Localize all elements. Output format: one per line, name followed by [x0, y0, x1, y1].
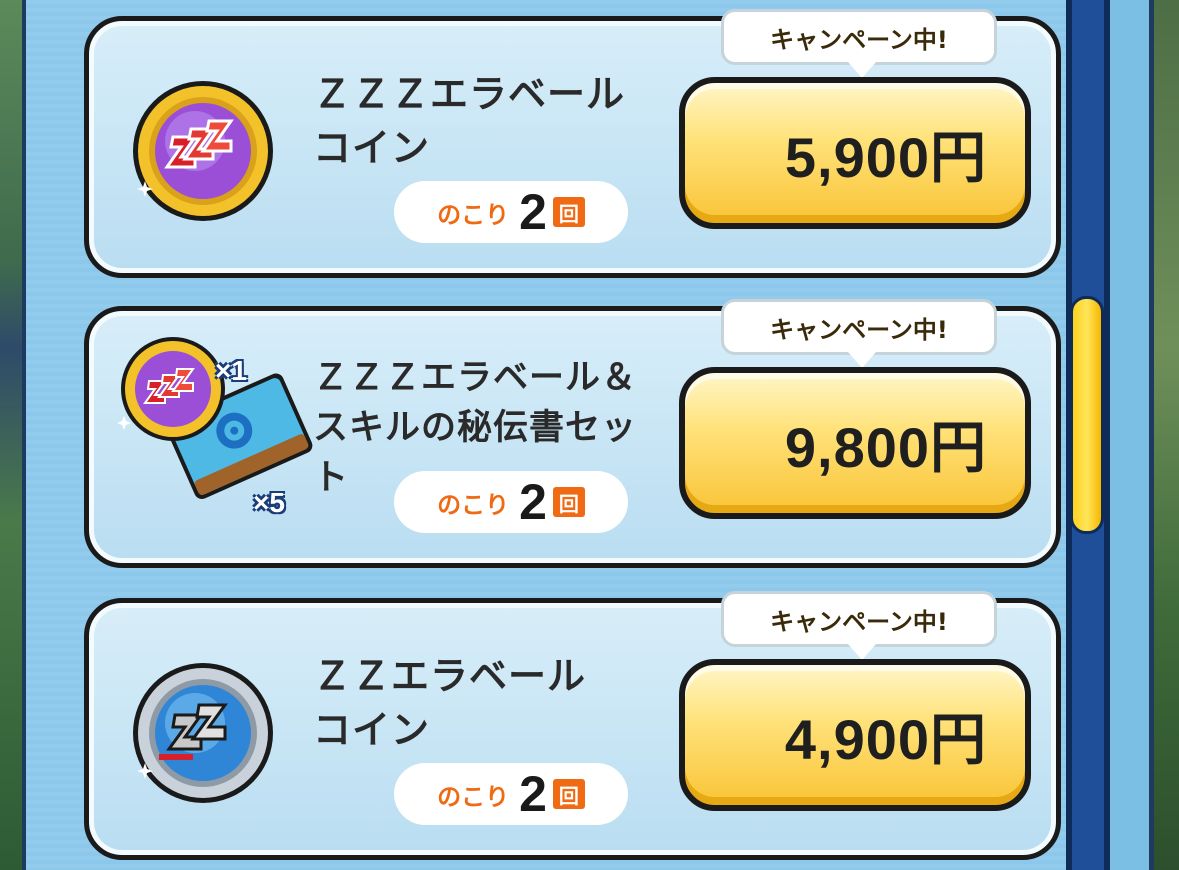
zzz-gold-coin-icon — [133, 81, 273, 221]
remaining-count: 2 — [519, 474, 547, 530]
remaining-unit: 回 — [552, 779, 585, 809]
remaining-count-badge: のこり 2 回 — [394, 181, 628, 243]
buy-button-9800[interactable]: 9,800円 — [679, 367, 1031, 519]
remaining-count: 2 — [519, 184, 547, 240]
price-label: 9,800円 — [784, 415, 987, 479]
remaining-prefix: のこり — [437, 200, 510, 229]
price-label: 5,900円 — [784, 125, 987, 189]
book-quantity-label: ×5 — [253, 487, 285, 518]
buy-button-5900[interactable]: 5,900円 — [679, 77, 1031, 229]
buy-button-4900[interactable]: 4,900円 — [679, 659, 1031, 811]
campaign-badge: キャンペーン中! — [721, 591, 997, 660]
remaining-unit: 回 — [552, 487, 585, 517]
campaign-badge: キャンペーン中! — [721, 9, 997, 78]
shop-item-zzz-coin-book-set: ×1 ×5 ＺＺＺエラベール＆ スキルの秘伝書セット のこり 2 回 キャンペー… — [84, 299, 1061, 568]
zz-silver-coin-icon — [133, 663, 273, 803]
scrollbar-thumb[interactable] — [1070, 296, 1104, 534]
game-background-right — [1153, 0, 1179, 870]
remaining-prefix: のこり — [437, 782, 510, 811]
remaining-unit: 回 — [552, 197, 585, 227]
remaining-prefix: のこり — [437, 490, 510, 519]
remaining-count-badge: のこり 2 回 — [394, 763, 628, 825]
shop-item-zzz-coin: ＺＺＺエラベール コイン のこり 2 回 キャンペーン中! 5,900円 — [84, 9, 1061, 278]
remaining-count-badge: のこり 2 回 — [394, 471, 628, 533]
shop-item-zz-coin: ＺＺエラベール コイン のこり 2 回 キャンペーン中! 4,900円 — [84, 591, 1061, 860]
item-name: ＺＺＺエラベール コイン — [313, 72, 626, 170]
campaign-badge: キャンペーン中! — [721, 299, 997, 368]
item-name: ＺＺエラベール コイン — [313, 654, 587, 752]
price-label: 4,900円 — [784, 707, 987, 771]
remaining-count: 2 — [519, 766, 547, 822]
shop-list-panel: ＺＺＺエラベール コイン のこり 2 回 キャンペーン中! 5,900円 ×1 … — [22, 0, 1076, 870]
side-rail — [1110, 0, 1154, 870]
coin-quantity-label: ×1 — [215, 355, 247, 386]
